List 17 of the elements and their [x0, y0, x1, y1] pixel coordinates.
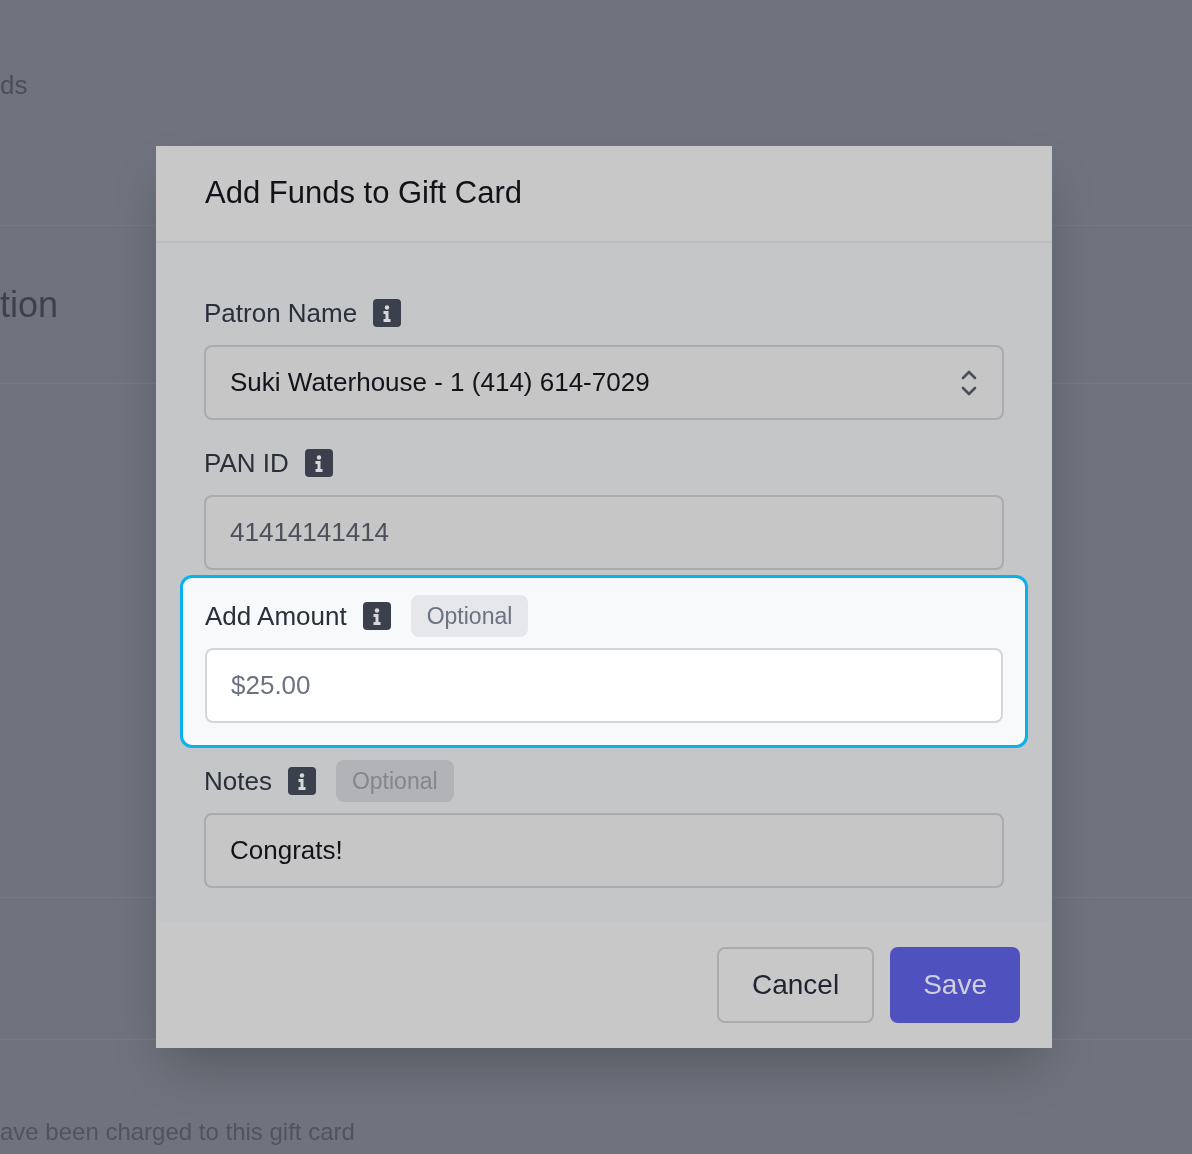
field-label: Notes: [204, 764, 272, 798]
patron-select[interactable]: Suki Waterhouse - 1 (414) 614-7029: [204, 345, 1004, 420]
field-label: PAN ID: [204, 446, 289, 480]
select-value: Suki Waterhouse - 1 (414) 614-7029: [230, 366, 650, 399]
info-icon: [304, 449, 333, 477]
text-field[interactable]: $25.00: [205, 648, 1003, 723]
dialog-title: Add Funds to Gift Card: [205, 174, 523, 213]
optional-tag: Optional: [410, 595, 529, 637]
text-field[interactable]: Congrats!: [204, 813, 1004, 888]
info-icon: [287, 767, 316, 795]
field-label: Add Amount: [205, 599, 347, 633]
info-icon: [362, 602, 391, 630]
text-field[interactable]: 41414141414: [204, 495, 1004, 570]
field-label: Patron Name: [204, 296, 358, 330]
info-icon: [373, 299, 402, 327]
cancel-button[interactable]: Cancel: [717, 947, 875, 1023]
save-button[interactable]: Save: [890, 947, 1020, 1023]
